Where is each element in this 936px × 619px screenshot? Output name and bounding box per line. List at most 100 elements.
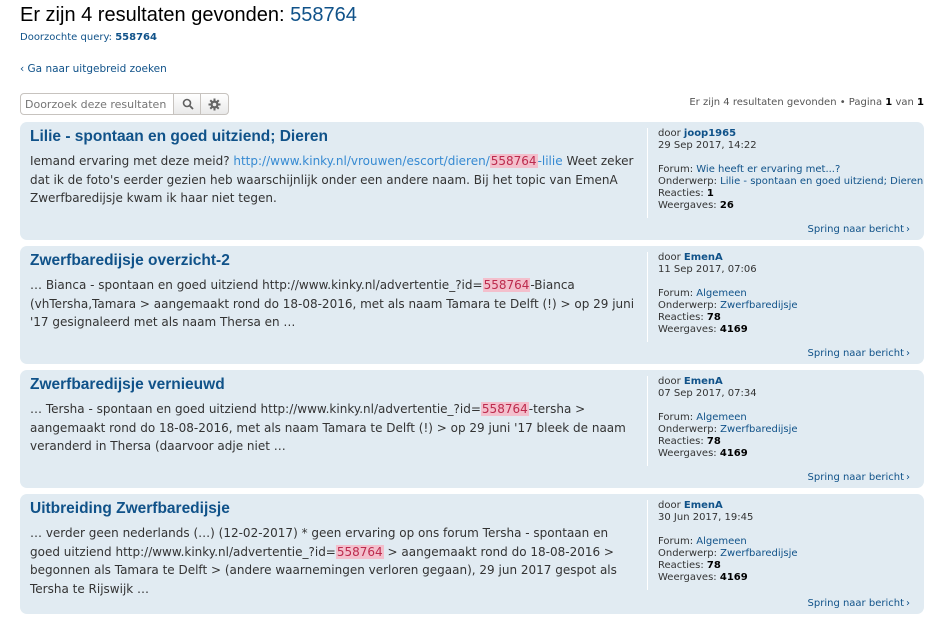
searched-query: Doorzochte query: 558764 <box>20 32 157 43</box>
author-link[interactable]: EmenA <box>684 376 723 387</box>
current-page: 1 <box>885 97 893 108</box>
search-result-post: Lilie - spontaan en goed uitziend; Diere… <box>20 122 924 240</box>
forum-link[interactable]: Algemeen <box>696 288 747 299</box>
query-label: Doorzochte query: <box>20 32 113 43</box>
chevron-right-icon: › <box>906 472 910 483</box>
total-pages: 1 <box>917 97 924 108</box>
advanced-search-link[interactable]: ‹ Ga naar uitgebreid zoeken <box>20 63 167 75</box>
search-result-post: Uitbreiding Zwerfbaredijsje … verder gee… <box>20 494 924 614</box>
link-text: http://www.kinky.nl/vrouwen/escort/diere… <box>233 154 490 168</box>
pagination-of: van <box>895 97 914 108</box>
advanced-search-label: Ga naar uitgebreid zoeken <box>27 63 167 75</box>
pagination-info: Er zijn 4 resultaten gevonden • Pagina 1… <box>689 97 924 108</box>
views-count: 4169 <box>719 324 748 335</box>
post-excerpt: … verder geen nederlands (…) (12-02-2017… <box>30 524 635 598</box>
query-highlight: 558764 <box>480 402 529 416</box>
forum-label: Forum: <box>658 536 694 547</box>
author-link[interactable]: EmenA <box>684 500 723 511</box>
excerpt-text: Iemand ervaring met deze meid? <box>30 154 234 168</box>
post-date: 07 Sep 2017, 07:34 <box>658 388 757 399</box>
topic-link[interactable]: Zwerfbaredijsje <box>720 424 797 435</box>
query-highlight: 558764 <box>335 544 384 559</box>
jump-to-post-link[interactable]: Spring naar bericht › <box>808 348 910 359</box>
views-count: 4169 <box>719 448 748 459</box>
author-link[interactable]: EmenA <box>684 252 723 263</box>
post-date: 30 Jun 2017, 19:45 <box>658 512 754 523</box>
replies-count: 78 <box>706 560 721 571</box>
topic-link[interactable]: Lilie - spontaan en goed uitziend; Diere… <box>720 176 923 187</box>
topic-link[interactable]: Zwerfbaredijsje <box>720 300 797 311</box>
forum-link[interactable]: Algemeen <box>696 536 747 547</box>
excerpt-text: … Bianca - spontaan en goed uitziend htt… <box>30 278 483 292</box>
views-count: 4169 <box>719 572 748 583</box>
chevron-right-icon: › <box>906 348 910 359</box>
jump-label: Spring naar bericht <box>807 598 904 609</box>
replies-count: 78 <box>706 312 721 323</box>
jump-label: Spring naar bericht <box>807 348 904 359</box>
post-excerpt: … Tersha - spontaan en goed uitziend htt… <box>30 400 635 456</box>
link-text-end: -lilie <box>537 154 563 168</box>
views-label: Weergaves: <box>658 324 717 335</box>
chevron-right-icon: › <box>906 224 910 235</box>
search-within-results <box>20 93 229 115</box>
search-result-post: Zwerfbaredijsje overzicht-2 … Bianca - s… <box>20 246 924 364</box>
title-query[interactable]: 558764 <box>290 4 357 26</box>
post-title[interactable]: Lilie - spontaan en goed uitziend; Diere… <box>30 128 328 146</box>
jump-label: Spring naar bericht <box>807 224 904 235</box>
title-prefix: Er zijn 4 resultaten gevonden: <box>20 4 285 26</box>
topic-label: Onderwerp: <box>658 176 717 187</box>
post-title[interactable]: Zwerfbaredijsje overzicht-2 <box>30 252 230 270</box>
replies-label: Reacties: <box>658 436 704 447</box>
gear-icon <box>208 98 221 110</box>
topic-link[interactable]: Zwerfbaredijsje <box>720 548 797 559</box>
jump-to-post-link[interactable]: Spring naar bericht › <box>808 598 910 609</box>
pagination-prefix: Er zijn 4 resultaten gevonden • Pagina <box>689 97 883 108</box>
post-title[interactable]: Uitbreiding Zwerfbaredijsje <box>30 500 230 518</box>
by-label: door <box>658 252 681 263</box>
chevron-right-icon: › <box>906 598 910 609</box>
views-label: Weergaves: <box>658 572 717 583</box>
excerpt-text: … Tersha - spontaan en goed uitziend htt… <box>30 402 481 416</box>
topic-label: Onderwerp: <box>658 300 717 311</box>
jump-label: Spring naar bericht <box>807 472 904 483</box>
jump-to-post-link[interactable]: Spring naar bericht › <box>808 224 910 235</box>
by-label: door <box>658 500 681 511</box>
post-meta: door EmenA 07 Sep 2017, 07:34 Forum: Alg… <box>647 376 928 466</box>
replies-label: Reacties: <box>658 312 704 323</box>
author-link[interactable]: joop1965 <box>684 128 736 139</box>
post-date: 29 Sep 2017, 14:22 <box>658 140 757 151</box>
excerpt-link[interactable]: http://www.kinky.nl/vrouwen/escort/diere… <box>233 154 563 168</box>
forum-link[interactable]: Wie heeft er ervaring met...? <box>696 164 840 175</box>
search-result-post: Zwerfbaredijsje vernieuwd … Tersha - spo… <box>20 370 924 488</box>
jump-to-post-link[interactable]: Spring naar bericht › <box>808 472 910 483</box>
topic-label: Onderwerp: <box>658 548 717 559</box>
by-label: door <box>658 376 681 387</box>
query-value: 558764 <box>115 32 157 43</box>
post-meta: door EmenA 30 Jun 2017, 19:45 Forum: Alg… <box>647 500 928 590</box>
search-input[interactable] <box>20 93 175 115</box>
forum-link[interactable]: Algemeen <box>696 412 747 423</box>
post-excerpt: … Bianca - spontaan en goed uitziend htt… <box>30 276 635 332</box>
search-icon <box>182 98 194 110</box>
post-meta: door EmenA 11 Sep 2017, 07:06 Forum: Alg… <box>647 252 928 342</box>
search-button[interactable] <box>173 93 202 115</box>
query-highlight: 558764 <box>489 154 538 168</box>
forum-label: Forum: <box>658 412 694 423</box>
forum-label: Forum: <box>658 164 694 175</box>
replies-count: 78 <box>706 436 721 447</box>
forum-label: Forum: <box>658 288 694 299</box>
page-title: Er zijn 4 resultaten gevonden: 558764 <box>20 4 357 27</box>
query-highlight: 558764 <box>482 278 531 292</box>
views-label: Weergaves: <box>658 448 717 459</box>
by-label: door <box>658 128 681 139</box>
search-results-page: Er zijn 4 resultaten gevonden: 558764 Do… <box>0 0 936 619</box>
post-excerpt: Iemand ervaring met deze meid? http://ww… <box>30 152 635 208</box>
replies-label: Reacties: <box>658 560 704 571</box>
topic-label: Onderwerp: <box>658 424 717 435</box>
replies-label: Reacties: <box>658 188 704 199</box>
post-title[interactable]: Zwerfbaredijsje vernieuwd <box>30 376 225 394</box>
replies-count: 1 <box>706 188 714 199</box>
advanced-search-button[interactable] <box>200 93 229 115</box>
post-meta: door joop1965 29 Sep 2017, 14:22 Forum: … <box>647 128 928 218</box>
chevron-left-icon: ‹ <box>20 63 28 75</box>
